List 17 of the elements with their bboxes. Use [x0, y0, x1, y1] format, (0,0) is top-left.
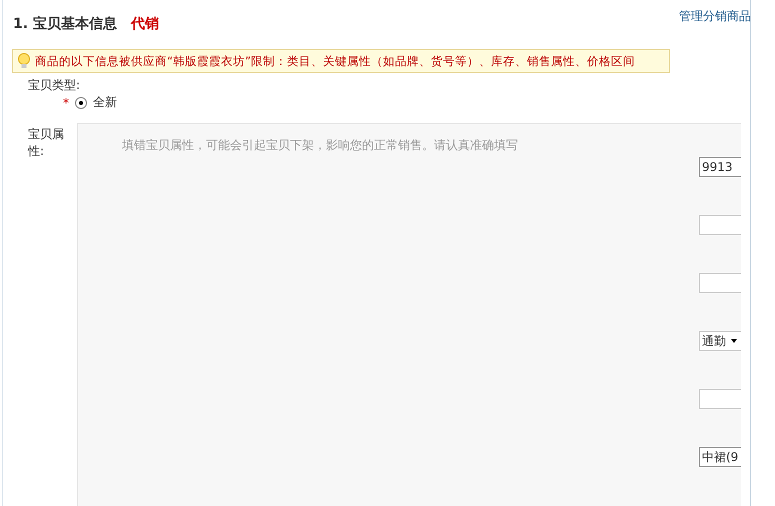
lightbulb-icon [17, 53, 31, 69]
radio-label: 全新 [93, 94, 117, 111]
section-heading: 1. 宝贝基本信息 代销 [13, 14, 160, 34]
required-mark: * [63, 96, 69, 110]
input-field[interactable] [699, 215, 741, 235]
input-field[interactable]: 中裙(9 [699, 447, 741, 467]
field-label: 宝贝类型: [28, 78, 80, 92]
input-field[interactable]: 9913 [699, 157, 741, 177]
field-label: 宝贝属性: [28, 127, 64, 158]
hint-text: 填错宝贝属性，可能会引起宝贝下架，影响您的正常销售。请认真准确填写 [121, 137, 519, 154]
radio-button[interactable] [75, 96, 87, 108]
dropdown[interactable]: 通勤 [699, 331, 741, 351]
notice-text: 商品的以下信息被供应商“韩版霞霞衣坊”限制：类目、关键属性（如品牌、货号等）、库存、销售属性、价格区间 [35, 54, 635, 68]
manage-link[interactable]: 管理分销商品 [679, 8, 751, 34]
input-field[interactable] [699, 273, 741, 293]
input-field[interactable] [699, 389, 741, 409]
caret-icon [731, 339, 737, 343]
